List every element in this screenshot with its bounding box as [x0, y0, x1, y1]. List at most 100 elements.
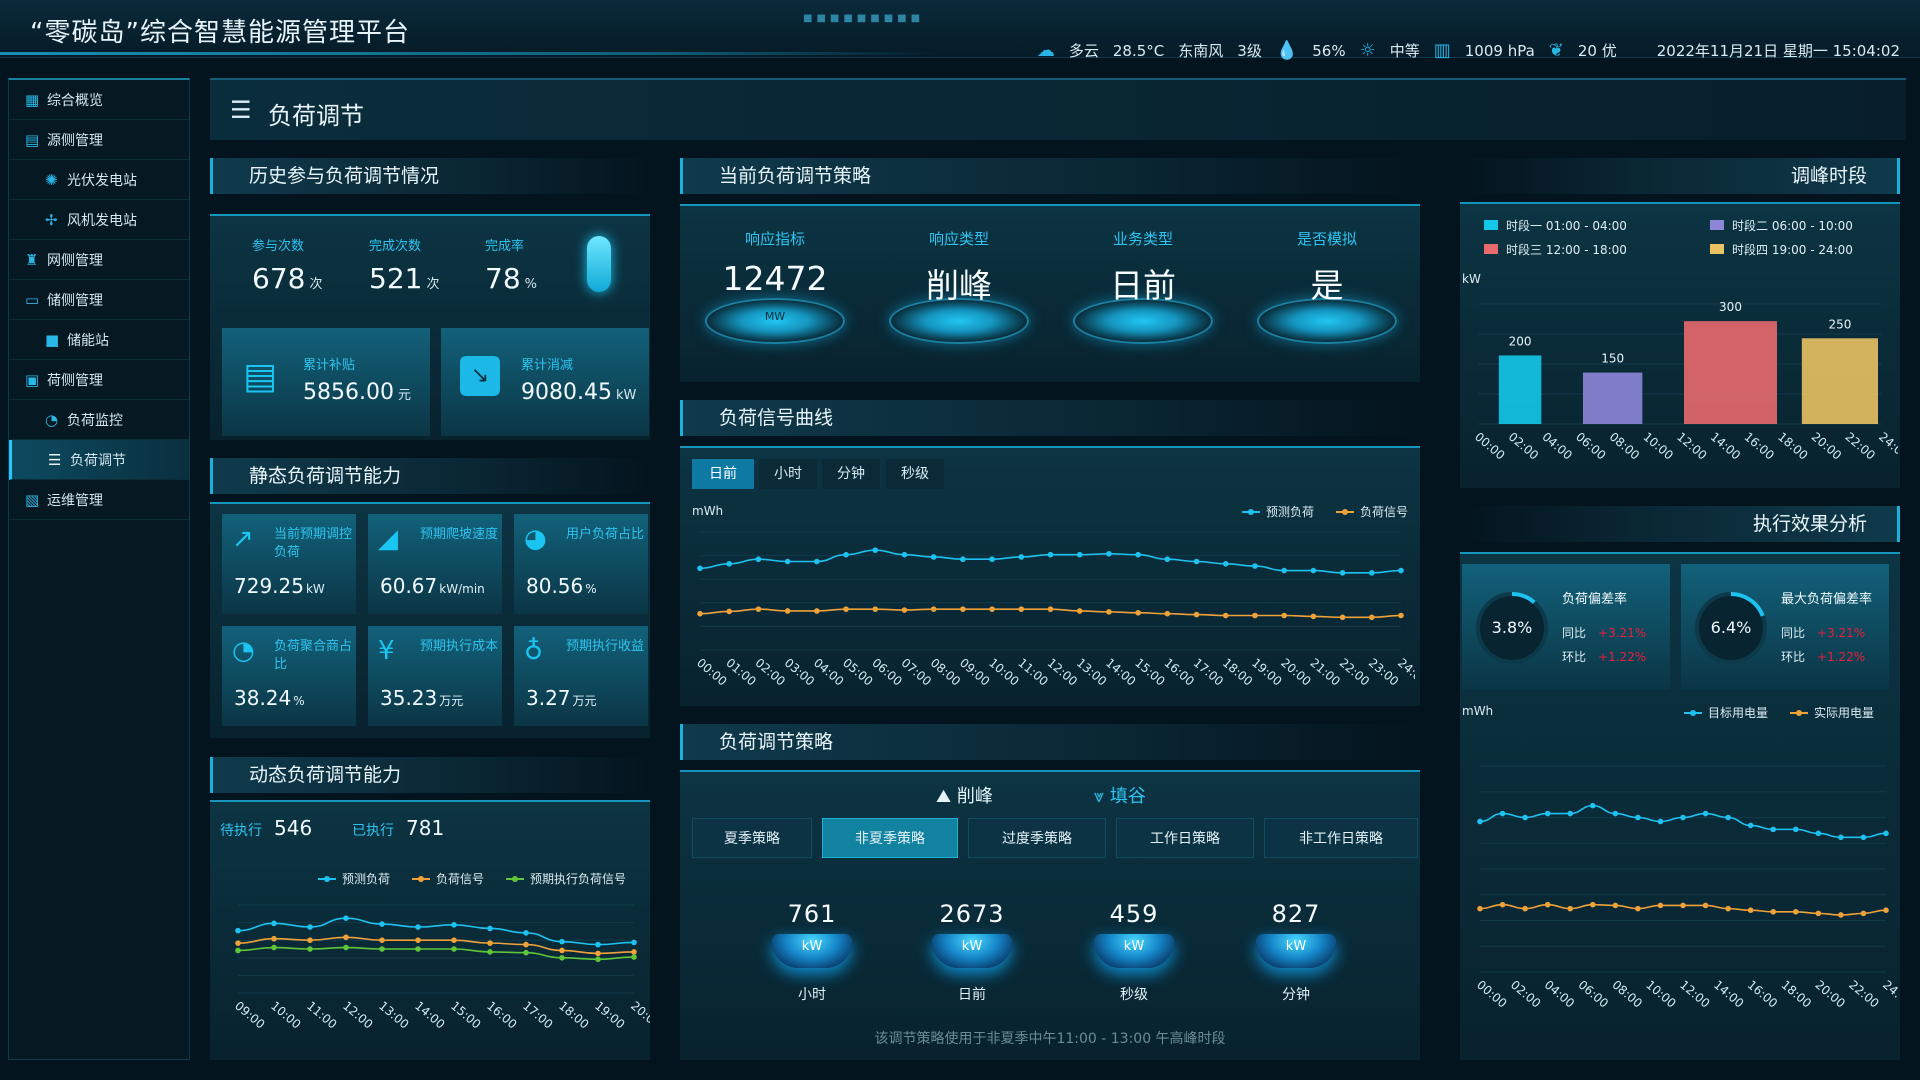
data-point — [1567, 905, 1574, 912]
strategy-now-value: 是 — [1310, 266, 1344, 305]
sidebar-item-maintenance[interactable]: ▧ 运维管理 — [9, 480, 189, 520]
bar-value-label: 150 — [1601, 352, 1624, 366]
strategy-value-item: 459 kW 秒级 — [1084, 900, 1184, 1010]
legend-swatch — [412, 875, 431, 882]
sidebar-item-label: 运维管理 — [47, 492, 103, 509]
legend-label: 预期执行负荷信号 — [530, 872, 627, 886]
legend-label: 时段四 19:00 - 24:00 — [1732, 243, 1853, 257]
sidebar-item-storage-station[interactable]: ■ 储能站 — [9, 320, 189, 360]
history-heading: 历史参与负荷调节情况 — [210, 158, 650, 194]
static-item: ↗ 当前预期调控负荷 729.25 kW — [222, 514, 356, 614]
peak-label: 削峰 — [956, 786, 993, 807]
effect-chart: 00:0002:0004:0006:0008:0010:0012:0014:00… — [1474, 765, 1898, 1011]
glow-pedestal-icon: kW — [932, 934, 1012, 968]
x-tick-label: 00:00 — [1474, 978, 1509, 1011]
sidebar-item-storage[interactable]: ▭ 储侧管理 — [9, 280, 189, 320]
header-decoration: ■■■■■■■■■ — [803, 13, 925, 24]
glow-pedestal-icon: kW — [1094, 934, 1174, 968]
data-point — [523, 949, 529, 956]
tab-second[interactable]: 秒级 — [886, 459, 944, 489]
data-point — [1368, 614, 1375, 621]
data-point — [930, 554, 937, 560]
legend-label: 负荷信号 — [1360, 505, 1409, 519]
x-tick-label: 06:00 — [1573, 430, 1608, 463]
valley-filling-option[interactable]: ⩔ 填谷 — [1094, 782, 1146, 808]
sidebar-item-overview[interactable]: ▦ 综合概览 — [9, 80, 189, 120]
x-tick-label: 22:00 — [1846, 978, 1881, 1011]
strategy-now-unit: MW — [764, 310, 786, 323]
data-point — [960, 606, 966, 612]
data-point — [1838, 834, 1844, 841]
tab-hour[interactable]: 小时 — [759, 459, 817, 489]
strategy-value-unit: kW — [1285, 939, 1307, 954]
sidebar-item-label: 综合概览 — [47, 92, 103, 109]
weather-condition: 多云 — [1068, 42, 1099, 60]
x-tick-label: 14:00 — [1711, 978, 1746, 1011]
data-point — [1702, 810, 1709, 817]
peak-shaving-option[interactable]: ⛰ 削峰 — [936, 782, 993, 808]
x-tick-label: 15:00 — [448, 999, 483, 1032]
sidebar-item-pv-station[interactable]: ✺ 光伏发电站 — [9, 160, 189, 200]
data-point — [989, 556, 995, 563]
tab-summer[interactable]: 夏季策略 — [692, 818, 812, 858]
data-point — [415, 946, 421, 952]
peak-chart: 00:0002:0004:0006:0008:0010:0012:0014:00… — [1472, 300, 1898, 463]
data-point — [843, 551, 849, 558]
sidebar-item-load-monitor[interactable]: ◔ 负荷监控 — [9, 400, 189, 440]
x-tick-label: 02:00 — [1506, 430, 1541, 463]
data-point — [1544, 901, 1551, 908]
data-point — [1680, 814, 1686, 821]
sidebar-item-source[interactable]: ▤ 源侧管理 — [9, 120, 189, 160]
legend-item: 时段二 06:00 - 10:00 — [1710, 217, 1853, 234]
data-point — [451, 946, 457, 952]
data-point — [1702, 902, 1709, 909]
static-item-label: 预期执行收益 — [566, 639, 645, 654]
mom-label: 环比 — [1781, 650, 1806, 664]
data-point — [1635, 905, 1641, 912]
legend-item: 负荷信号 — [1336, 503, 1408, 520]
data-point — [235, 947, 241, 954]
sidebar-item-wind-station[interactable]: ✢ 风机发电站 — [9, 200, 189, 240]
x-tick-label: 12:00 — [1674, 430, 1709, 463]
tab-workday[interactable]: 工作日策略 — [1116, 818, 1254, 858]
legend-swatch — [318, 875, 336, 882]
strategy-now-label: 业务类型 — [1112, 230, 1173, 248]
static-item-unit: kW/min — [439, 582, 485, 596]
data-point — [1339, 570, 1346, 576]
subsidy-unit: 元 — [397, 388, 411, 403]
valley-label: 填谷 — [1109, 786, 1146, 807]
sidebar-item-label: 负荷调节 — [70, 452, 126, 469]
data-point — [595, 956, 601, 963]
tab-non-workday[interactable]: 非工作日策略 — [1264, 818, 1418, 858]
x-tick-label: 08:00 — [928, 656, 963, 689]
rate-label: 完成率 — [485, 239, 525, 254]
tab-minute[interactable]: 分钟 — [822, 459, 880, 489]
legend-label: 时段二 06:00 - 10:00 — [1732, 219, 1853, 233]
legend-item: 实际用电量 — [1790, 704, 1874, 721]
sidebar-item-grid[interactable]: ♜ 网侧管理 — [9, 240, 189, 280]
tab-non-summer[interactable]: 非夏季策略 — [822, 818, 958, 858]
static-heading: 静态负荷调节能力 — [210, 458, 650, 494]
sidebar-item-label: 网侧管理 — [47, 252, 103, 269]
sidebar-item-load[interactable]: ▣ 荷侧管理 — [9, 360, 189, 400]
data-point — [1612, 902, 1619, 909]
pie-icon: ◕ — [524, 524, 547, 554]
data-point — [1770, 826, 1777, 833]
data-point — [1398, 567, 1404, 574]
tab-transition[interactable]: 过度季策略 — [968, 818, 1106, 858]
x-tick-label: 19:00 — [1249, 656, 1284, 689]
sidebar: ▦ 综合概览 ▤ 源侧管理 ✺ 光伏发电站 ✢ 风机发电站 ♜ 网侧管理 ▭ 储侧管理 ■ 储… — [8, 78, 190, 1060]
reduce-label: 累计消减 — [521, 358, 574, 373]
legend-item: 目标用电量 — [1684, 704, 1768, 721]
weather-wind: 东南风 — [1178, 42, 1224, 60]
data-point — [379, 921, 385, 927]
x-tick-label: 12:00 — [1045, 656, 1080, 689]
data-point — [1499, 901, 1506, 908]
x-tick-label: 20:00 — [628, 999, 650, 1032]
tab-day-ahead[interactable]: 日前 — [692, 459, 754, 489]
mom-label: 环比 — [1562, 650, 1587, 664]
data-point — [1725, 814, 1731, 821]
sidebar-item-load-adjust[interactable]: ☰ 负荷调节 — [9, 440, 189, 480]
static-item: ♁ 预期执行收益 3.27 万元 — [514, 626, 648, 726]
sidebar-item-label: 负荷监控 — [67, 412, 123, 429]
